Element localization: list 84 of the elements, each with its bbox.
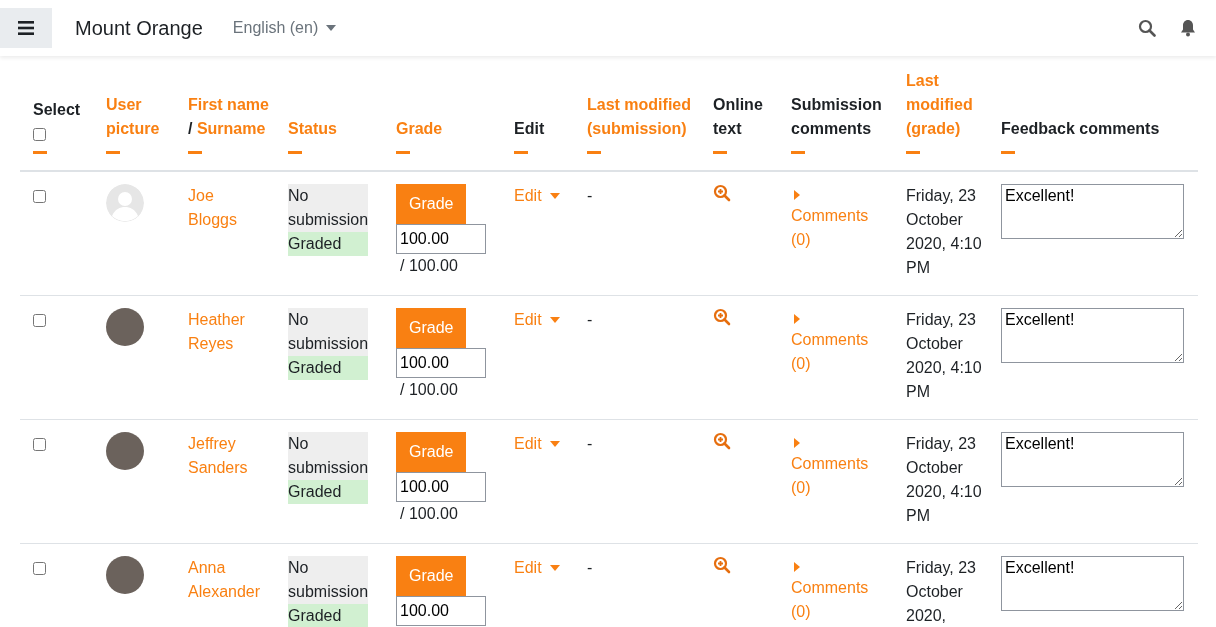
last-modified-grade: Friday, 23 October 2020, bbox=[906, 558, 977, 626]
last-modified-submission: - bbox=[587, 559, 593, 576]
user-name-link[interactable]: Anna Alexander bbox=[188, 556, 261, 604]
default-avatar-icon bbox=[106, 184, 144, 222]
grade-input[interactable]: 100.00 bbox=[396, 596, 486, 626]
search-icon[interactable] bbox=[1138, 19, 1156, 37]
comments-link[interactable]: Comments (0) bbox=[791, 204, 876, 252]
row-checkbox[interactable] bbox=[33, 562, 46, 575]
grade-input[interactable]: 100.00 bbox=[396, 472, 486, 502]
caret-right-icon[interactable] bbox=[794, 314, 800, 324]
edit-menu-link[interactable]: Edit bbox=[514, 184, 560, 208]
submission-status: No submission bbox=[288, 556, 369, 604]
bell-icon[interactable] bbox=[1180, 19, 1196, 37]
caret-right-icon[interactable] bbox=[794, 438, 800, 448]
avatar-photo-placeholder bbox=[106, 556, 144, 594]
grading-status: Graded bbox=[288, 604, 369, 627]
last-modified-grade: Friday, 23 October 2020, 4:10 PM bbox=[906, 186, 983, 278]
zoom-in-icon[interactable] bbox=[713, 184, 731, 202]
max-grade: / 100.00 bbox=[399, 504, 459, 524]
select-all-checkbox[interactable] bbox=[33, 128, 46, 141]
user-name-link[interactable]: Jeffrey Sanders bbox=[188, 432, 248, 480]
grading-status: Graded bbox=[288, 232, 369, 256]
comments-link[interactable]: Comments (0) bbox=[791, 576, 876, 624]
language-menu[interactable]: English (en) bbox=[232, 19, 337, 37]
row-checkbox[interactable] bbox=[33, 190, 46, 203]
comments-link[interactable]: Comments (0) bbox=[791, 328, 876, 376]
caret-down-icon bbox=[549, 317, 560, 323]
caret-down-icon bbox=[326, 25, 337, 31]
grade-button[interactable]: Grade bbox=[396, 308, 467, 348]
edit-menu-link[interactable]: Edit bbox=[514, 432, 560, 456]
column-header: Edit bbox=[514, 119, 545, 139]
column-header: Online text bbox=[713, 95, 764, 139]
zoom-in-icon[interactable] bbox=[713, 308, 731, 326]
grade-input[interactable]: 100.00 bbox=[396, 224, 486, 254]
column-sort-link[interactable]: Last modified (submission) bbox=[587, 93, 697, 141]
grading-status: Graded bbox=[288, 356, 369, 380]
last-modified-submission: - bbox=[587, 311, 593, 328]
grade-button[interactable]: Grade bbox=[396, 432, 467, 472]
zoom-in-icon[interactable] bbox=[713, 432, 731, 450]
caret-right-icon[interactable] bbox=[794, 562, 800, 572]
grade-input[interactable]: 100.00 bbox=[396, 348, 486, 378]
column-header: Submission comments bbox=[791, 95, 883, 139]
avatar-photo-placeholder bbox=[106, 308, 144, 346]
column-sort-link[interactable]: Grade bbox=[396, 117, 443, 141]
submission-status: No submission bbox=[288, 184, 369, 232]
comments-link[interactable]: Comments (0) bbox=[791, 452, 876, 500]
last-modified-submission: - bbox=[587, 435, 593, 452]
edit-menu-link[interactable]: Edit bbox=[514, 308, 560, 332]
feedback-comment-field[interactable]: Excellent! bbox=[1001, 556, 1184, 611]
zoom-in-icon[interactable] bbox=[713, 556, 731, 574]
column-sort-link[interactable]: Surname bbox=[196, 117, 266, 141]
avatar-photo-placeholder bbox=[106, 432, 144, 470]
submission-status: No submission bbox=[288, 432, 369, 480]
caret-right-icon[interactable] bbox=[794, 190, 800, 200]
site-name[interactable]: Mount Orange bbox=[75, 16, 203, 40]
last-modified-submission: - bbox=[587, 187, 593, 204]
max-grade: / 100.00 bbox=[399, 256, 459, 276]
last-modified-grade: Friday, 23 October 2020, 4:10 PM bbox=[906, 434, 983, 526]
column-sort-link[interactable]: First name bbox=[188, 93, 269, 117]
feedback-comment-field[interactable]: Excellent! bbox=[1001, 308, 1184, 363]
submission-status: No submission bbox=[288, 308, 369, 356]
column-header: / bbox=[188, 119, 193, 139]
caret-down-icon bbox=[549, 193, 560, 199]
row-checkbox[interactable] bbox=[33, 314, 46, 327]
caret-down-icon bbox=[549, 565, 560, 571]
user-name-link[interactable]: Heather Reyes bbox=[188, 308, 245, 356]
last-modified-grade: Friday, 23 October 2020, 4:10 PM bbox=[906, 310, 983, 402]
feedback-comment-field[interactable]: Excellent! bbox=[1001, 432, 1184, 487]
max-grade: / 100.00 bbox=[399, 380, 459, 400]
caret-down-icon bbox=[549, 441, 560, 447]
menu-button[interactable] bbox=[0, 8, 52, 48]
column-header: Select bbox=[33, 100, 81, 120]
feedback-comment-field[interactable]: Excellent! bbox=[1001, 184, 1184, 239]
column-sort-link[interactable]: User picture bbox=[106, 93, 172, 141]
row-checkbox[interactable] bbox=[33, 438, 46, 451]
grade-button[interactable]: Grade bbox=[396, 184, 467, 224]
grading-status: Graded bbox=[288, 480, 369, 504]
user-name-link[interactable]: Joe Bloggs bbox=[188, 184, 237, 232]
grade-button[interactable]: Grade bbox=[396, 556, 467, 596]
column-sort-link[interactable]: Status bbox=[288, 117, 337, 141]
column-header: Feedback comments bbox=[1001, 119, 1160, 139]
column-sort-link[interactable]: Last modified (grade) bbox=[906, 69, 985, 141]
edit-menu-link[interactable]: Edit bbox=[514, 556, 560, 580]
menu-icon bbox=[18, 21, 34, 35]
